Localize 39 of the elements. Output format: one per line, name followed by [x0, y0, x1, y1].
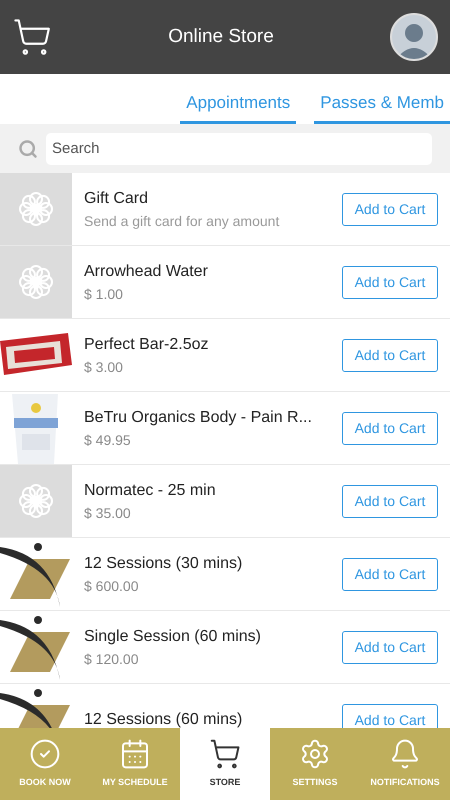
product-name: BeTru Organics Body - Pain R... — [84, 408, 313, 428]
flower-heart-icon — [18, 191, 54, 227]
product-name: Arrowhead Water — [84, 262, 209, 282]
check-circle-icon — [29, 738, 61, 770]
product-price: $ 49.95 — [84, 430, 132, 450]
product-price: $ 3.00 — [84, 358, 124, 376]
header-title: Online Store — [167, 24, 275, 49]
nav-tab[interactable]: NOTIFICATIONS — [360, 728, 450, 800]
add-to-cart-button[interactable]: Add to Cart — [342, 338, 438, 372]
product-price: $ 600.00 — [84, 576, 140, 596]
add-to-cart-button[interactable]: Add to Cart — [342, 484, 438, 518]
settings-icon — [299, 738, 331, 770]
add-to-cart-button[interactable]: Add to Cart — [342, 192, 438, 226]
calendar-icon — [119, 738, 151, 770]
product-price: $ 35.00 — [84, 504, 132, 522]
nav-tab[interactable]: MY SCHEDULE — [90, 728, 180, 800]
product-name: 12 Sessions (60 mins) — [84, 710, 244, 728]
cart-icon[interactable] — [12, 17, 52, 57]
flower-heart-icon — [18, 264, 54, 300]
nav-tab[interactable]: BOOK NOW — [0, 728, 90, 800]
nav-tab[interactable]: SETTINGS — [270, 728, 360, 800]
search-icon — [18, 138, 38, 158]
add-to-cart-button[interactable]: Add to Cart — [342, 630, 438, 664]
product-description: Send a gift card for any amount — [84, 212, 280, 231]
add-to-cart-button[interactable]: Add to Cart — [342, 266, 438, 298]
product-name: Normatec - 25 min — [84, 480, 217, 500]
product-name: Gift Card — [84, 188, 150, 208]
add-to-cart-button[interactable]: Add to Cart — [342, 558, 438, 590]
product-price: $ 1.00 — [84, 284, 124, 304]
bell-icon — [389, 738, 421, 770]
cart-icon — [209, 738, 241, 770]
product-name: Perfect Bar-2.5oz — [84, 334, 210, 354]
search-field[interactable]: Search — [46, 132, 432, 164]
avatar[interactable] — [390, 13, 438, 61]
flower-heart-icon — [18, 483, 54, 519]
product-price: $ 120.00 — [84, 650, 140, 668]
add-to-cart-button[interactable]: Add to Cart — [342, 412, 438, 444]
product-name: 12 Sessions (30 mins) — [84, 554, 244, 574]
product-name: Single Session (60 mins) — [84, 626, 262, 646]
